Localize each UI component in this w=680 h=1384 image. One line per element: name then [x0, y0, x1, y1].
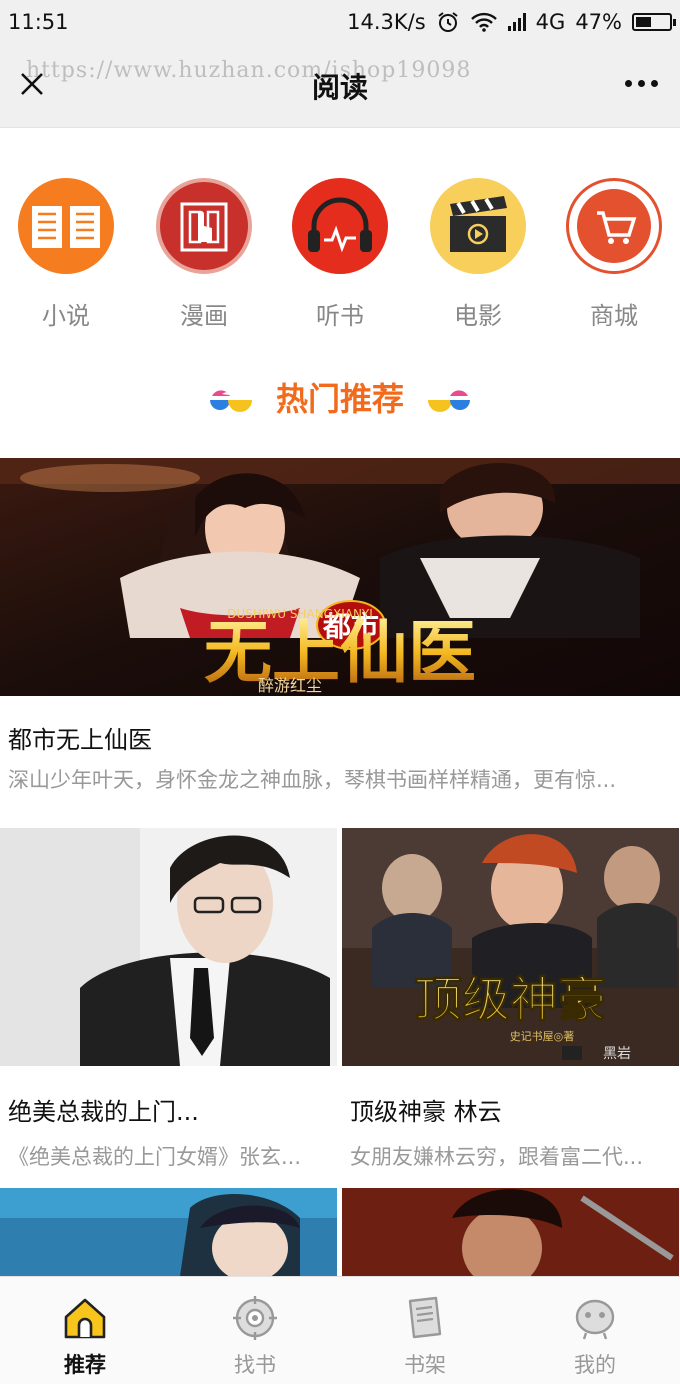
feature-cover[interactable]: 都市 无上仙医 DUSHIWU SHANGXIANYI 醉游红尘: [0, 458, 680, 696]
feature-title[interactable]: 都市无上仙医: [8, 720, 152, 755]
book-cover[interactable]: [342, 1188, 679, 1276]
status-icons: 14.3K/s 4G 47%: [347, 10, 676, 34]
home-icon: [64, 1298, 106, 1339]
alarm-icon: [438, 12, 458, 32]
profile-icon: [575, 1299, 615, 1340]
category-label: 听书: [316, 302, 364, 330]
page-title: 阅读: [311, 71, 368, 104]
book-card[interactable]: [0, 1188, 337, 1276]
cart-icon: [566, 178, 662, 274]
clapperboard-icon: [430, 178, 526, 274]
category-label: 小说: [42, 302, 90, 330]
svg-text:黑岩: 黑岩: [603, 1046, 631, 1062]
nav-label: 推荐: [64, 1353, 106, 1377]
book-description: 《绝美总裁的上门女婿》张玄...: [8, 1145, 302, 1169]
section-header: 热门推荐: [0, 370, 680, 424]
nav-bookshelf[interactable]: 书架: [340, 1277, 510, 1384]
comic-icon: [156, 178, 252, 274]
headphones-icon: [292, 178, 388, 274]
category-row: 小说 漫画 听书 电影 商城: [0, 178, 680, 331]
category-novel[interactable]: 小说: [1, 178, 131, 331]
category-movie[interactable]: 电影: [413, 178, 543, 331]
book-cover[interactable]: 顶级神豪 史记书屋◎著 黑岩: [342, 828, 679, 1066]
svg-text:史记书屋◎著: 史记书屋◎著: [510, 1029, 575, 1043]
book-cover[interactable]: [0, 828, 337, 1066]
book-title[interactable]: 顶级神豪 林云: [350, 1092, 670, 1127]
bottom-nav: 推荐 找书 书架 我的: [0, 1276, 680, 1384]
book-card[interactable]: 绝美总裁的上门... 《绝美总裁的上门女婿》张玄...: [0, 828, 337, 1171]
target-icon: [233, 1296, 277, 1340]
decoration-icon: [428, 390, 470, 412]
battery-percent: 47%: [575, 10, 622, 34]
svg-text:顶级神豪: 顶级神豪: [414, 972, 606, 1028]
book-icon: [18, 178, 114, 274]
book-cover[interactable]: [0, 1188, 337, 1276]
category-audiobook[interactable]: 听书: [275, 178, 405, 331]
battery-icon: [632, 13, 676, 31]
category-label: 电影: [454, 302, 502, 330]
category-comic[interactable]: 漫画: [139, 178, 269, 331]
svg-text:DUSHIWU SHANGXIANYI: DUSHIWU SHANGXIANYI: [227, 607, 373, 621]
wifi-icon: [470, 12, 497, 32]
feature-description: 深山少年叶天，身怀金龙之神血脉，琴棋书画样样精通，更有惊...: [8, 768, 617, 792]
signal-icon: [507, 13, 526, 31]
status-time: 11:51: [8, 10, 69, 34]
book-card[interactable]: [342, 1188, 679, 1276]
network-type: 4G: [535, 10, 566, 34]
nav-profile[interactable]: 我的: [510, 1277, 680, 1384]
decoration-icon: [209, 390, 252, 412]
bookshelf-icon: [408, 1296, 442, 1339]
nav-find-books[interactable]: 找书: [170, 1277, 340, 1384]
book-description: 女朋友嫌林云穷，跟着富二代...: [350, 1145, 644, 1169]
network-speed: 14.3K/s: [347, 10, 426, 34]
section-title: 热门推荐: [275, 380, 404, 418]
status-bar: 11:51 14.3K/s 4G 47%: [0, 0, 680, 44]
nav-label: 我的: [574, 1353, 616, 1377]
book-title[interactable]: 绝美总裁的上门...: [8, 1092, 328, 1127]
title-bar: https://www.huzhan.com/ishop19098 阅读: [0, 44, 680, 128]
nav-label: 找书: [234, 1353, 276, 1377]
nav-recommend[interactable]: 推荐: [0, 1277, 170, 1384]
svg-text:醉游红尘: 醉游红尘: [258, 676, 322, 695]
category-label: 商城: [590, 302, 638, 330]
category-label: 漫画: [180, 302, 228, 330]
category-mall[interactable]: 商城: [549, 178, 679, 331]
nav-label: 书架: [404, 1353, 446, 1377]
more-options-icon[interactable]: [625, 80, 658, 87]
book-card[interactable]: 顶级神豪 史记书屋◎著 黑岩 顶级神豪 林云 女朋友嫌林云穷，跟着富二代...: [342, 828, 679, 1171]
svg-text:无上仙医: 无上仙医: [204, 613, 476, 693]
